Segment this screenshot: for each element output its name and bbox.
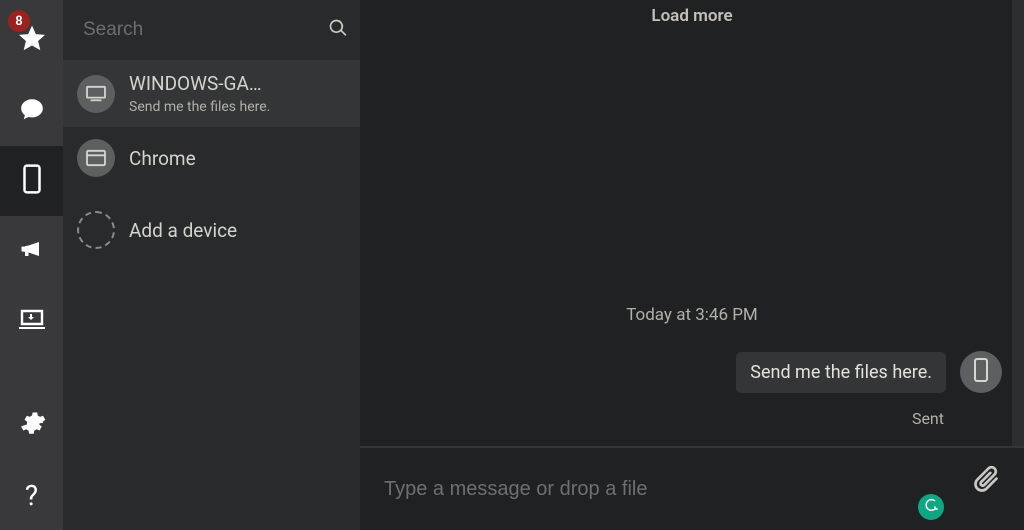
laptop-share-icon: [18, 307, 46, 335]
message-row: Send me the files here.: [382, 351, 1002, 393]
megaphone-icon: [18, 235, 46, 267]
question-icon: ?: [25, 479, 38, 512]
nav-channels[interactable]: [0, 216, 63, 286]
scrollbar-track[interactable]: [1012, 0, 1024, 446]
add-device-label: Add a device: [129, 219, 237, 242]
composer[interactable]: [360, 446, 1024, 530]
load-more[interactable]: Load more: [360, 0, 1024, 32]
add-device[interactable]: Add a device: [63, 189, 360, 271]
device-name: WINDOWS-GA…: [129, 72, 270, 95]
monitor-icon: [77, 75, 115, 113]
message-status: Sent: [382, 409, 1002, 428]
timestamp: Today at 3:46 PM: [382, 305, 1002, 325]
nav-remote[interactable]: [0, 286, 63, 356]
nav-devices[interactable]: [0, 146, 63, 216]
grammarly-icon: [923, 497, 939, 517]
phone-icon: [973, 357, 989, 387]
chat-main: Load more Today at 3:46 PM Send me the f…: [360, 0, 1024, 530]
nav-settings[interactable]: [0, 390, 63, 460]
device-sidebar: WINDOWS-GA… Send me the files here. Chro…: [63, 0, 360, 530]
phone-icon: [21, 164, 43, 198]
device-name: Chrome: [129, 147, 196, 170]
nav-help[interactable]: ?: [0, 460, 63, 530]
search-bar[interactable]: [63, 0, 360, 60]
message-bubble[interactable]: Send me the files here.: [736, 352, 946, 393]
browser-icon: [77, 139, 115, 177]
gear-icon: [18, 409, 46, 441]
notification-badge: 8: [8, 10, 30, 32]
dashed-circle-icon: [77, 211, 115, 249]
nav-messages[interactable]: [0, 76, 63, 146]
chat-bubble-icon: [19, 96, 45, 126]
message-list: Today at 3:46 PM Send me the files here.…: [360, 32, 1024, 446]
nav-people[interactable]: 8: [0, 6, 63, 76]
device-preview: Send me the files here.: [129, 99, 270, 115]
device-item-chrome[interactable]: Chrome: [63, 127, 360, 189]
paperclip-icon: [972, 477, 1000, 496]
attach-button[interactable]: [972, 464, 1000, 496]
composer-input[interactable]: [384, 478, 1000, 501]
self-avatar[interactable]: [960, 351, 1002, 393]
device-item-windows[interactable]: WINDOWS-GA… Send me the files here.: [63, 60, 360, 127]
grammarly-badge[interactable]: [918, 494, 944, 520]
search-icon[interactable]: [328, 18, 348, 42]
search-input[interactable]: [83, 19, 328, 41]
nav-rail: 8: [0, 0, 63, 530]
